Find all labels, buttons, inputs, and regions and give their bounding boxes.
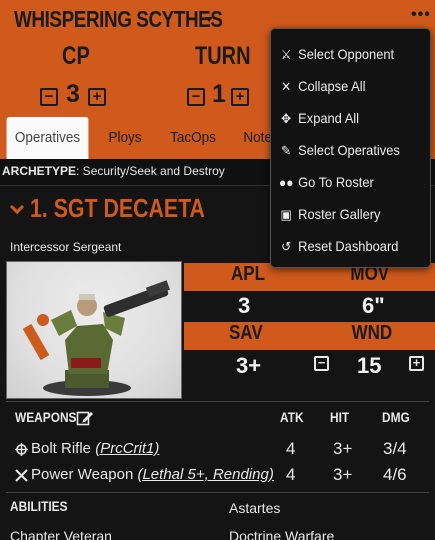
- weapon-rule-link[interactable]: (Lethal 5+, Rending): [137, 466, 273, 483]
- turn-label: TURN: [195, 42, 251, 70]
- stat-header-sav-wnd: [184, 322, 435, 350]
- sav-label: SAV: [228, 322, 263, 344]
- wounds-increment-button[interactable]: +: [409, 356, 424, 371]
- abilities-label: ABILITIES: [10, 498, 68, 514]
- kebab-menu-icon[interactable]: •••: [411, 6, 431, 24]
- apl-value: 3: [238, 293, 251, 318]
- menu-item-label: Select Operatives: [298, 142, 400, 158]
- sav-value: 3+: [236, 353, 262, 378]
- weapon-header-hit: HIT: [330, 409, 350, 425]
- tab-tacops[interactable]: TacOps: [167, 117, 219, 159]
- menu-item-label: Reset Dashboard: [298, 238, 399, 254]
- turn-value: 1: [212, 80, 226, 108]
- space-marine-figure-image: [22, 280, 170, 396]
- team-name[interactable]: WHISPERING SCYTHES: [14, 6, 223, 33]
- wnd-value: 15: [357, 353, 382, 378]
- cp-value: 3: [66, 80, 80, 108]
- archetype-label: ARCHETYPE: [2, 164, 77, 178]
- menu-item-label: Select Opponent: [298, 46, 395, 62]
- team-caret-icon[interactable]: [205, 17, 213, 22]
- weapons-label: WEAPONS: [15, 409, 77, 425]
- archetype-line: ARCHETYPE: Security/Seek and Destroy: [2, 164, 225, 178]
- apl-label: APL: [231, 263, 265, 285]
- select-opponent-icon: ⚔: [280, 47, 292, 62]
- mov-value: 6": [362, 293, 385, 318]
- divider: [6, 401, 429, 402]
- ability-doctrine-warfare[interactable]: Doctrine Warfare: [229, 528, 334, 540]
- cp-increment-button[interactable]: +: [88, 88, 106, 106]
- menu-item-roster-gallery[interactable]: ▣ Roster Gallery: [277, 201, 415, 227]
- tab-operatives[interactable]: Operatives: [6, 117, 89, 159]
- dashboard-menu: ⚔ Select Opponent ✕ Collapse All ✥ Expand A…: [270, 28, 431, 268]
- users-icon: ●●: [278, 175, 294, 190]
- operative-name[interactable]: 1. SGT DECAETA: [30, 193, 205, 224]
- weapon-atk: 4: [286, 465, 296, 484]
- cp-label: CP: [62, 42, 90, 70]
- ability-chapter-veteran[interactable]: Chapter Veteran: [10, 528, 112, 540]
- operative-portrait[interactable]: [6, 261, 182, 399]
- wounds-decrement-button[interactable]: −: [314, 356, 329, 371]
- menu-item-label: Go To Roster: [298, 174, 374, 190]
- ability-astartes[interactable]: Astartes: [229, 500, 280, 516]
- weapon-row-bolt-rifle[interactable]: Bolt Rifle (PrcCrit1): [31, 440, 159, 457]
- menu-item-select-operatives[interactable]: ✎ Select Operatives: [277, 137, 415, 163]
- weapon-hit: 3+: [333, 465, 353, 484]
- menu-item-reset-dashboard[interactable]: ↺ Reset Dashboard: [277, 233, 415, 259]
- turn-decrement-button[interactable]: −: [187, 88, 205, 106]
- weapon-dmg: 3/4: [383, 439, 407, 458]
- crosshair-icon: [15, 443, 28, 456]
- divider: [6, 492, 429, 493]
- menu-item-select-opponent[interactable]: ⚔ Select Opponent: [277, 41, 415, 67]
- weapon-name: Power Weapon: [31, 466, 134, 483]
- weapon-hit: 3+: [333, 439, 353, 458]
- menu-item-go-to-roster[interactable]: ●● Go To Roster: [277, 169, 415, 195]
- reset-icon: ↺: [281, 239, 292, 254]
- weapon-header-dmg: DMG: [382, 409, 410, 425]
- archetype-value: : Security/Seek and Destroy: [76, 164, 225, 178]
- turn-increment-button[interactable]: +: [231, 88, 249, 106]
- weapon-header-atk: ATK: [280, 409, 304, 425]
- menu-item-collapse-all[interactable]: ✕ Collapse All: [277, 73, 415, 99]
- collapse-all-icon: ✕: [281, 79, 292, 94]
- menu-item-label: Collapse All: [298, 78, 366, 94]
- menu-item-expand-all[interactable]: ✥ Expand All: [277, 105, 415, 131]
- edit-weapons-icon[interactable]: [76, 409, 94, 427]
- crossed-swords-icon: [15, 469, 28, 482]
- weapon-name: Bolt Rifle: [31, 440, 92, 457]
- expand-all-icon: ✥: [281, 111, 292, 126]
- operative-type: Intercessor Sergeant: [10, 240, 122, 254]
- cp-decrement-button[interactable]: −: [40, 88, 58, 106]
- menu-item-label: Roster Gallery: [298, 206, 381, 222]
- menu-item-label: Expand All: [298, 110, 360, 126]
- weapon-row-power-weapon[interactable]: Power Weapon (Lethal 5+, Rending): [31, 466, 274, 483]
- tab-ploys[interactable]: Ploys: [102, 117, 149, 159]
- wnd-label: WND: [351, 322, 393, 344]
- weapon-atk: 4: [286, 439, 296, 458]
- weapon-rule-link[interactable]: (PrcCrit1): [95, 440, 159, 457]
- gallery-icon: ▣: [280, 207, 292, 222]
- weapon-dmg: 4/6: [383, 465, 407, 484]
- edit-icon: ✎: [281, 143, 292, 158]
